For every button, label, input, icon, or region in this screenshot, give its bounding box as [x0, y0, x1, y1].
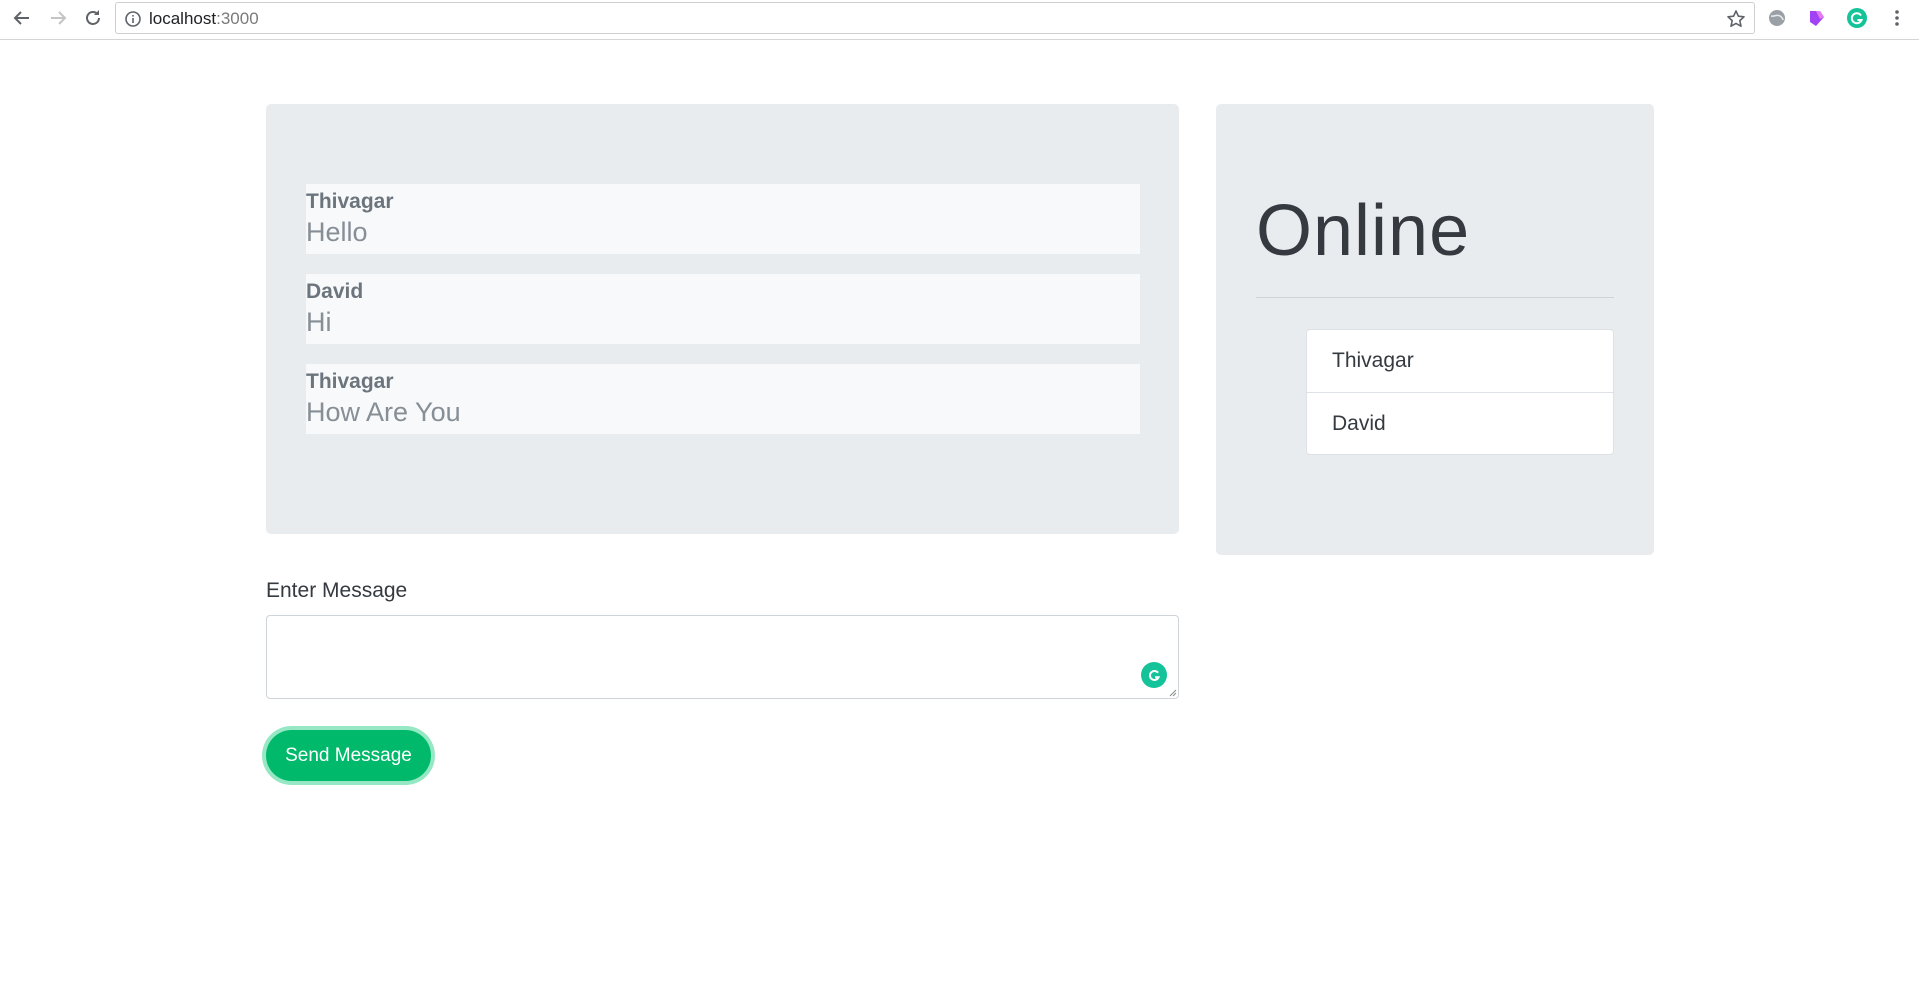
url-port: :3000 [216, 9, 259, 28]
online-title: Online [1256, 191, 1471, 271]
message-author: David [306, 280, 364, 303]
arrow-right-icon [51, 11, 67, 25]
message-text: Hi [306, 307, 332, 337]
url-text: localhost:3000 [149, 9, 259, 29]
message-item: David Hi [306, 274, 1140, 344]
resize-handle-icon[interactable] [1167, 687, 1177, 697]
online-users-list: Thivagar David [1306, 329, 1614, 455]
extension-globe-icon[interactable] [1766, 7, 1788, 29]
divider [1256, 297, 1614, 298]
chat-messages-panel: Thivagar Hello David Hi Thivagar How Are… [266, 104, 1179, 534]
reload-button[interactable] [77, 4, 109, 32]
online-users-panel: Online Thivagar David [1216, 104, 1654, 555]
online-user-item: David [1307, 392, 1613, 454]
forward-button[interactable] [42, 4, 74, 32]
browser-toolbar: localhost:3000 [0, 0, 1919, 40]
message-author: Thivagar [306, 370, 394, 393]
message-input[interactable] [266, 615, 1179, 699]
message-input-label: Enter Message [266, 579, 408, 602]
address-bar[interactable]: localhost:3000 [115, 2, 1755, 34]
url-host: localhost [149, 9, 217, 28]
message-text: Hello [306, 217, 368, 247]
message-text: How Are You [306, 397, 461, 427]
message-author: Thivagar [306, 190, 394, 213]
online-user-item: Thivagar [1332, 349, 1414, 372]
message-item: Thivagar Hello [306, 184, 1140, 254]
bookmark-star-icon[interactable] [1726, 9, 1746, 29]
reload-icon [86, 10, 100, 25]
menu-dots-icon[interactable] [1886, 7, 1908, 29]
grammarly-button[interactable] [1141, 662, 1167, 688]
message-item: Thivagar How Are You [306, 364, 1140, 434]
info-icon[interactable] [124, 10, 142, 28]
grammarly-icon [1149, 670, 1161, 681]
extension-purple-icon[interactable] [1806, 7, 1828, 29]
back-button[interactable] [6, 4, 38, 32]
send-message-button[interactable]: Send Message [266, 730, 431, 781]
grammarly-extension-icon[interactable] [1846, 7, 1868, 29]
arrow-left-icon [13, 11, 29, 25]
